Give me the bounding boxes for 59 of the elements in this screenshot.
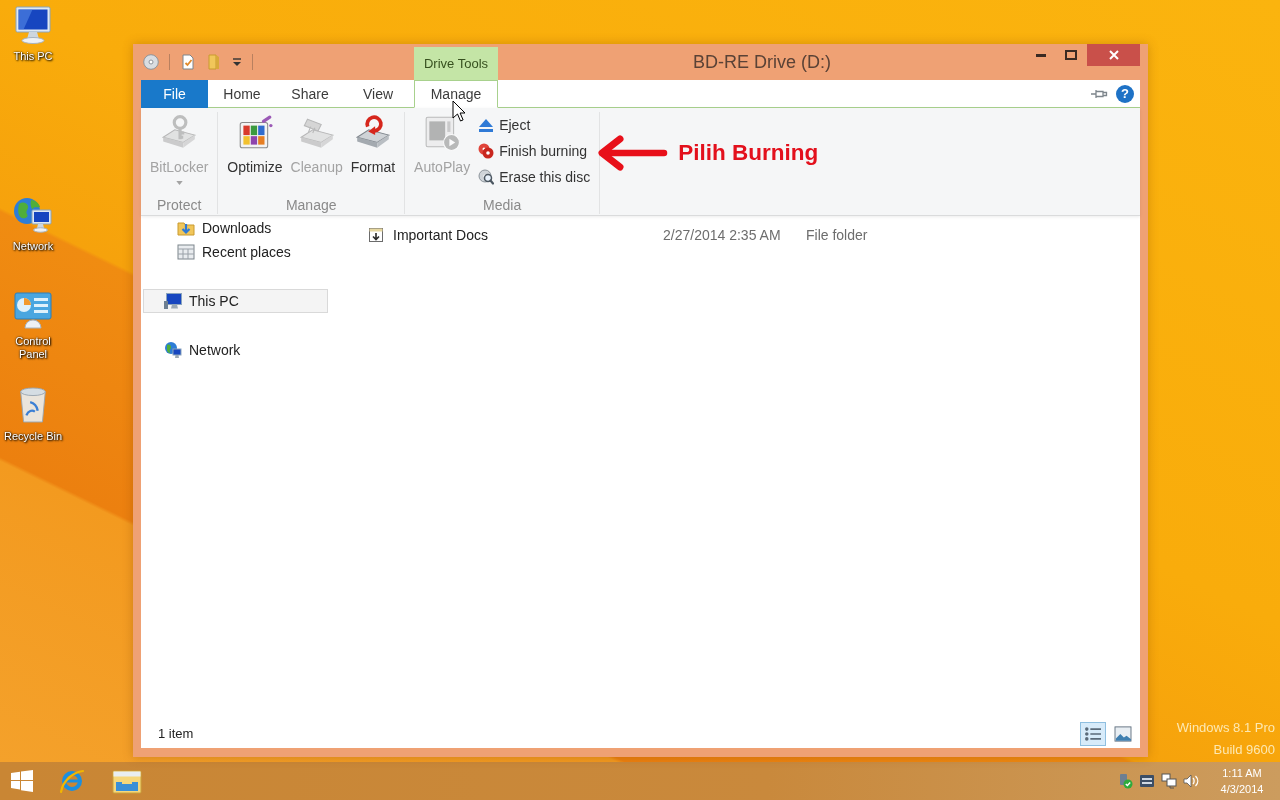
edition-text: Windows 8.1 Pro (1176, 719, 1275, 737)
monitor-icon (13, 6, 53, 44)
caret-icon (175, 181, 183, 185)
ribbon-tab[interactable]: Share (276, 80, 344, 108)
screen-play-icon (423, 114, 462, 152)
browser-icon[interactable] (59, 768, 85, 794)
ribbon-group-label: Protect (156, 196, 203, 214)
ribbon-group-label: Manage (284, 196, 338, 214)
details-view-icon (1084, 726, 1102, 742)
volume-icon[interactable] (1183, 773, 1199, 789)
app-tray-icon[interactable] (1139, 773, 1155, 789)
ribbon-button[interactable]: Eject (474, 112, 595, 138)
monitor-icon (164, 292, 182, 310)
eject-icon (478, 117, 495, 133)
network-icon (164, 341, 182, 359)
grid-icon (177, 243, 195, 261)
pin-icon[interactable] (1090, 87, 1108, 100)
item-count: 1 item (158, 725, 194, 744)
minimize-icon (1036, 53, 1046, 57)
details-view-button[interactable] (1080, 722, 1106, 746)
network-icon[interactable] (1161, 773, 1177, 789)
disc-icon (478, 143, 495, 159)
nav-item[interactable]: Recent places (143, 240, 328, 264)
annotation-text: Pilih Burning (678, 139, 819, 168)
start-icon[interactable] (11, 770, 33, 792)
ribbon-group-label: Media (482, 196, 523, 214)
ribbon-tab[interactable]: Manage (414, 80, 498, 108)
ribbon-button[interactable]: Finish burning (474, 138, 595, 164)
maximize-icon (1065, 50, 1077, 60)
file-type: File folder (806, 225, 868, 245)
ribbon-tab[interactable]: Home (208, 80, 276, 108)
device-check-icon[interactable] (1117, 773, 1133, 789)
ribbon-button[interactable]: Optimize (223, 112, 287, 175)
nav-item[interactable]: Downloads (143, 216, 328, 240)
ribbon-tab[interactable]: View (344, 80, 412, 108)
download-box-icon (368, 227, 384, 243)
download-folder-icon (177, 219, 195, 237)
nav-item[interactable]: Network (143, 338, 328, 362)
folder-icon[interactable] (112, 768, 142, 794)
context-tab-header: Drive Tools (414, 47, 498, 80)
globe-monitor-icon (13, 196, 53, 234)
annotation-arrow (598, 133, 669, 173)
large-icons-view-icon (1114, 726, 1132, 742)
file-date: 2/27/2014 2:35 AM (663, 225, 782, 245)
disc-icon[interactable] (143, 54, 159, 70)
page-check-icon[interactable] (180, 54, 196, 70)
file-name: Important Docs (393, 225, 488, 245)
ribbon-button[interactable]: Erase this disc (474, 164, 595, 190)
nav-item[interactable]: This PC (143, 289, 328, 313)
ribbon-tab[interactable]: File (141, 80, 208, 108)
control-panel-icon (13, 291, 53, 329)
close-button[interactable] (1087, 44, 1140, 66)
ribbon-button[interactable]: Format (346, 112, 400, 175)
window-title: BD-RE Drive (D:) (693, 50, 831, 74)
caret-icon[interactable] (232, 57, 242, 67)
disc-magnifier-icon (478, 169, 495, 185)
edition-text: Build 9600 (1213, 741, 1275, 759)
close-icon (1108, 50, 1119, 60)
help-button[interactable]: ? (1116, 84, 1134, 103)
